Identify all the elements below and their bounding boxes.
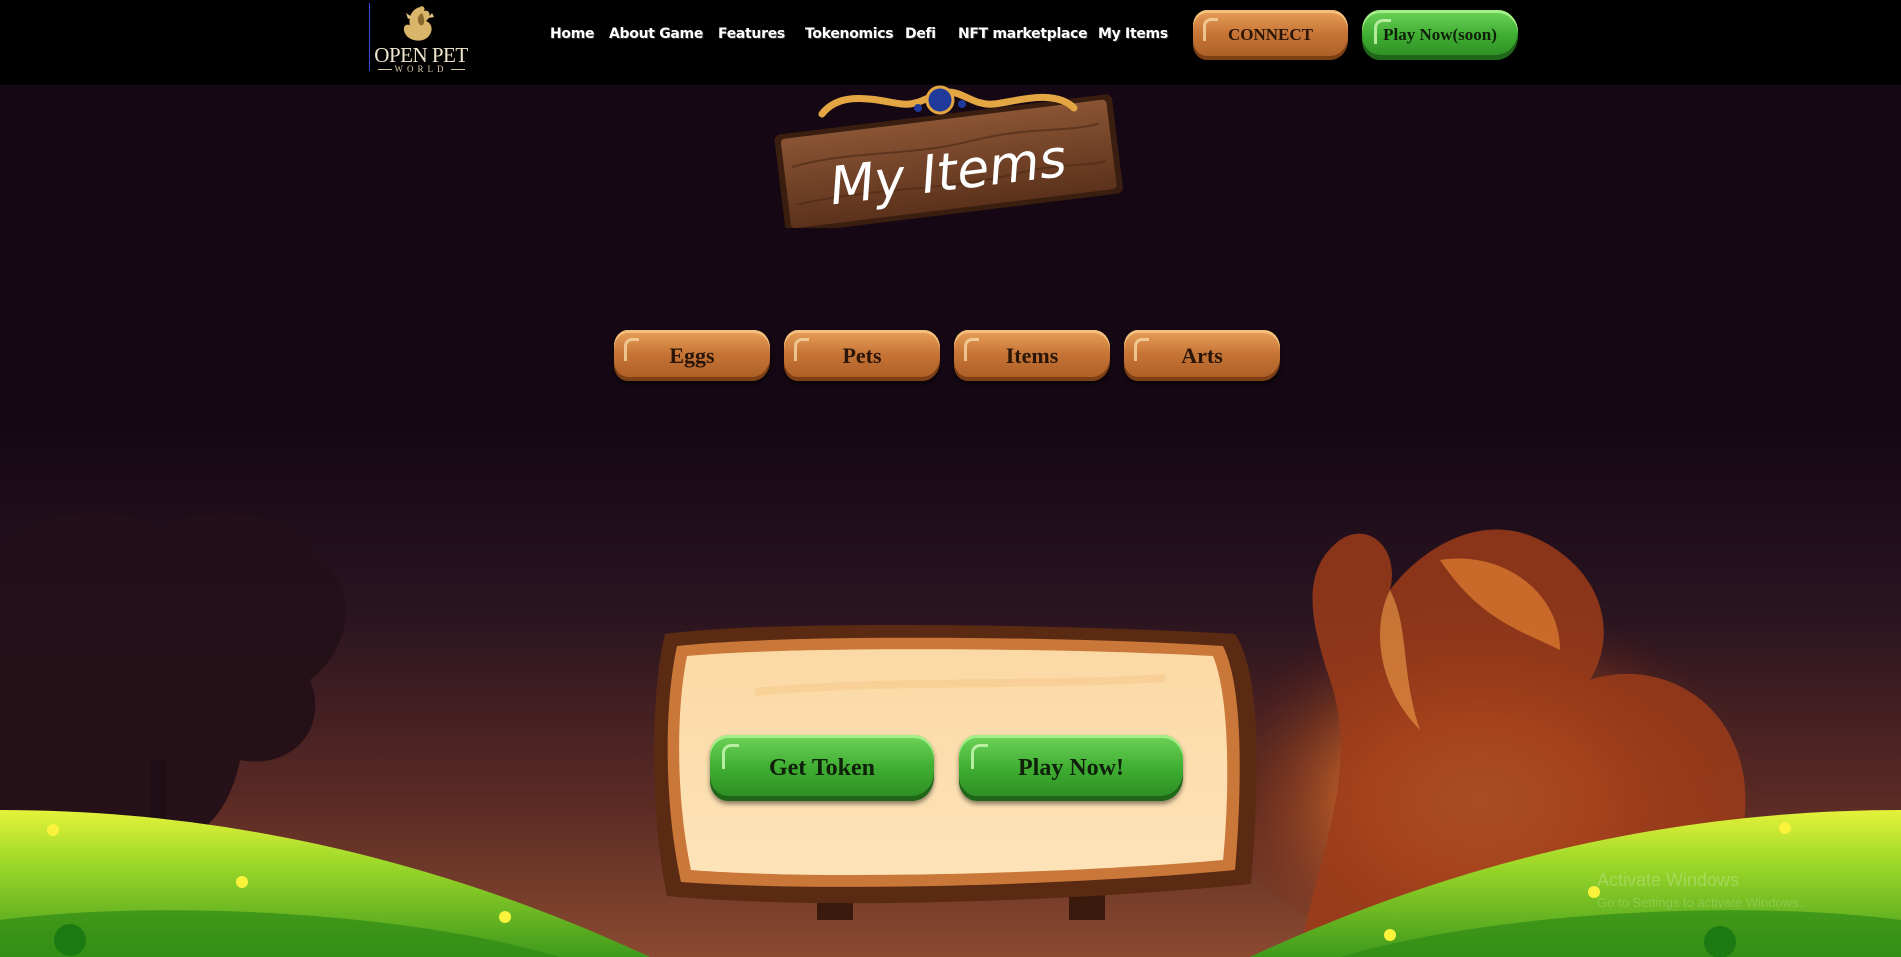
play-now-soon-button[interactable]: Play Now(soon) xyxy=(1362,10,1518,60)
open-pet-world-logo[interactable]: OPEN PET WORLD xyxy=(369,3,472,74)
activate-windows-hint: Go to Settings to activate Windows. xyxy=(1597,895,1803,910)
top-nav-bar: OPEN PET WORLD Home About Game Features … xyxy=(0,0,1901,85)
nav-defi[interactable]: Defi xyxy=(905,26,936,42)
get-token-button[interactable]: Get Token xyxy=(710,735,934,801)
nav-my-items[interactable]: My Items xyxy=(1098,26,1168,42)
nav-nft-marketplace[interactable]: NFT marketplace xyxy=(958,26,1088,42)
tab-pets[interactable]: Pets xyxy=(784,330,940,381)
connect-wallet-button[interactable]: CONNECT xyxy=(1193,10,1348,60)
play-now-button[interactable]: Play Now! xyxy=(959,735,1183,801)
tab-items[interactable]: Items xyxy=(954,330,1110,381)
nav-home[interactable]: Home xyxy=(550,26,595,42)
tab-eggs[interactable]: Eggs xyxy=(614,330,770,381)
activate-windows-title: Activate Windows xyxy=(1597,870,1740,890)
logo-title: OPEN PET xyxy=(374,43,468,67)
my-items-title-sign: My Items xyxy=(774,85,1123,228)
nav-tokenomics[interactable]: Tokenomics xyxy=(805,26,894,42)
tab-arts[interactable]: Arts xyxy=(1124,330,1280,381)
dragon-logo-icon xyxy=(403,6,434,41)
logo-subtitle: WORLD xyxy=(371,64,471,74)
nav-about-game[interactable]: About Game xyxy=(609,26,703,42)
nav-features[interactable]: Features xyxy=(718,26,785,42)
